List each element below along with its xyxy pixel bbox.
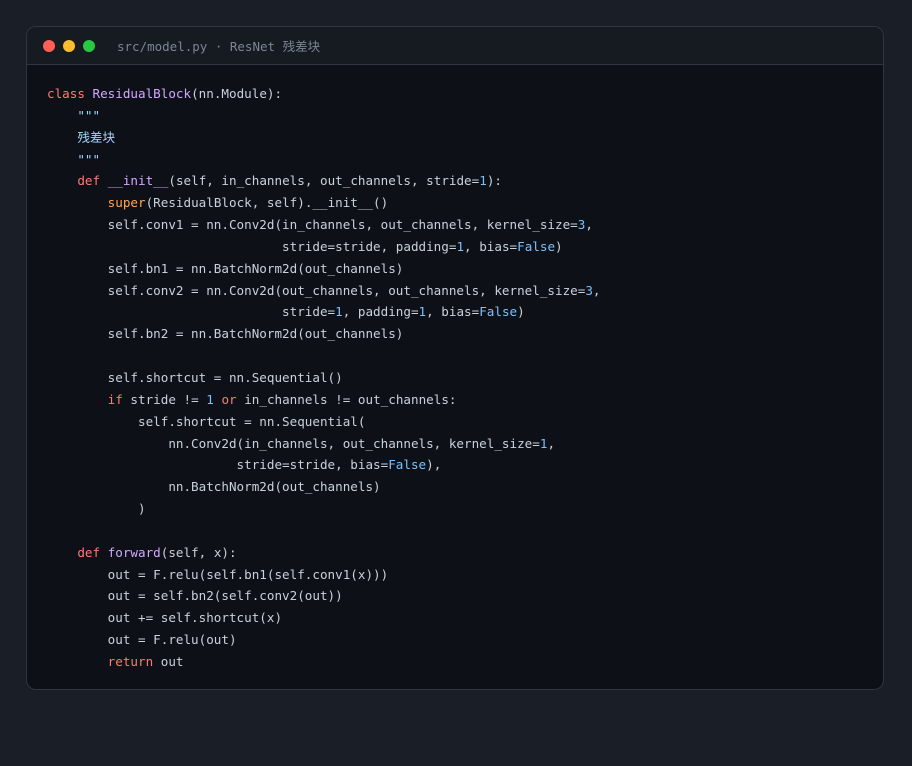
- code-line: """: [47, 149, 883, 171]
- code-line: stride=stride, padding=1, bias=False): [47, 236, 883, 258]
- code-line: self.bn1 = nn.BatchNorm2d(out_channels): [47, 258, 883, 280]
- code-token: 3: [585, 282, 593, 298]
- code-line: def __init__(self, in_channels, out_chan…: [47, 170, 883, 192]
- code-line: out += self.shortcut(x): [47, 607, 883, 629]
- code-token: 残差块: [47, 129, 116, 145]
- code-token: ): [47, 501, 146, 517]
- code-token: out = F.relu(self.bn1(self.conv1(x))): [47, 566, 389, 582]
- code-token: nn.Conv2d(in_channels, out_channels, ker…: [47, 435, 540, 451]
- maximize-window-dot[interactable]: [83, 39, 95, 52]
- code-token: ,: [592, 282, 601, 298]
- code-token: , padding=: [342, 304, 419, 320]
- code-line: super(ResidualBlock, self).__init__(): [47, 192, 883, 214]
- code-token: self.bn2 = nn.BatchNorm2d(out_channels): [47, 326, 404, 342]
- code-token: self.shortcut = nn.Sequential(: [47, 413, 366, 429]
- code-token: 1: [456, 238, 465, 254]
- code-token: stride=: [47, 304, 336, 320]
- code-line: def forward(self, x):: [47, 542, 883, 564]
- code-token: out += self.shortcut(x): [47, 610, 283, 626]
- code-token: __init__: [107, 173, 169, 189]
- code-token: (self, in_channels, out_channels, stride…: [168, 173, 480, 189]
- code-line: self.shortcut = nn.Sequential(): [47, 367, 883, 389]
- code-line: if stride != 1 or in_channels != out_cha…: [47, 389, 883, 411]
- code-token: False: [388, 457, 427, 473]
- code-line: self.conv2 = nn.Conv2d(out_channels, out…: [47, 280, 883, 302]
- code-token: in_channels != out_channels:: [236, 391, 457, 407]
- code-token: 1: [206, 391, 214, 407]
- code-token: def: [77, 173, 101, 189]
- code-token: , bias=: [426, 304, 480, 320]
- code-token: self.conv2 = nn.Conv2d(out_channels, out…: [47, 282, 586, 298]
- code-token: out = self.bn2(self.conv2(out)): [47, 588, 343, 604]
- code-token: 1: [335, 304, 343, 320]
- code-token: ),: [426, 457, 442, 473]
- code-line: stride=stride, bias=False),: [47, 454, 883, 476]
- code-token: return: [107, 653, 154, 669]
- code-token: ):: [486, 173, 502, 189]
- code-token: 1: [418, 304, 427, 320]
- code-token: """: [47, 107, 101, 123]
- code-token: or: [221, 391, 237, 407]
- code-line: out = F.relu(out): [47, 629, 883, 651]
- code-token: out = F.relu(out): [47, 632, 237, 648]
- code-token: """: [47, 151, 101, 167]
- code-token: def: [77, 544, 101, 560]
- code-token: (self, x):: [160, 544, 237, 560]
- code-token: (nn.Module):: [191, 86, 283, 101]
- code-token: ResidualBlock: [92, 86, 192, 101]
- code-line: self.bn2 = nn.BatchNorm2d(out_channels): [47, 323, 883, 345]
- code-token: (ResidualBlock, self).__init__(): [145, 195, 389, 211]
- code-token: stride !=: [122, 391, 207, 407]
- code-token: ): [555, 238, 563, 254]
- close-window-dot[interactable]: [43, 39, 55, 52]
- code-line: nn.Conv2d(in_channels, out_channels, ker…: [47, 433, 883, 455]
- code-token: ): [517, 304, 525, 320]
- code-line: ): [47, 498, 883, 520]
- code-token: False: [517, 238, 556, 254]
- code-line: 残差块: [47, 127, 883, 149]
- code-line: return out: [47, 651, 883, 673]
- code-token: super: [107, 195, 146, 211]
- code-token: self.shortcut = nn.Sequential(): [47, 369, 343, 385]
- minimize-window-dot[interactable]: [63, 39, 75, 52]
- code-line: stride=1, padding=1, bias=False): [47, 301, 883, 323]
- code-line: """: [47, 105, 883, 127]
- code-token: if: [107, 391, 123, 407]
- code-token: 1: [479, 173, 487, 189]
- code-token: nn.BatchNorm2d(out_channels): [47, 479, 381, 495]
- code-token: ,: [547, 435, 556, 451]
- code-line: out = self.bn2(self.conv2(out)): [47, 585, 883, 607]
- code-line: nn.BatchNorm2d(out_channels): [47, 476, 883, 498]
- code-token: False: [479, 304, 518, 320]
- code-token: ,: [585, 217, 593, 233]
- code-line: out = F.relu(self.bn1(self.conv1(x))): [47, 564, 883, 586]
- code-token: forward: [107, 544, 161, 560]
- code-window: src/model.py · ResNet 残差块 class Residual…: [26, 26, 884, 690]
- window-title: src/model.py · ResNet 残差块: [117, 39, 321, 54]
- code-token: self.bn1 = nn.BatchNorm2d(out_channels): [47, 260, 404, 276]
- code-token: stride=stride, bias=: [47, 457, 389, 473]
- code-line: class ResidualBlock(nn.Module):: [47, 83, 883, 105]
- code-token: self.conv1 = nn.Conv2d(in_channels, out_…: [47, 217, 578, 233]
- code-token: stride=stride, padding=: [47, 238, 457, 254]
- code-token: , bias=: [464, 238, 518, 254]
- code-token: out: [153, 653, 184, 669]
- code-token: class: [47, 86, 85, 101]
- code-line: self.conv1 = nn.Conv2d(in_channels, out_…: [47, 214, 883, 236]
- title-bar: src/model.py · ResNet 残差块: [27, 27, 883, 65]
- code-block[interactable]: class ResidualBlock(nn.Module): """ 残差块 …: [27, 65, 883, 673]
- code-line: self.shortcut = nn.Sequential(: [47, 411, 883, 433]
